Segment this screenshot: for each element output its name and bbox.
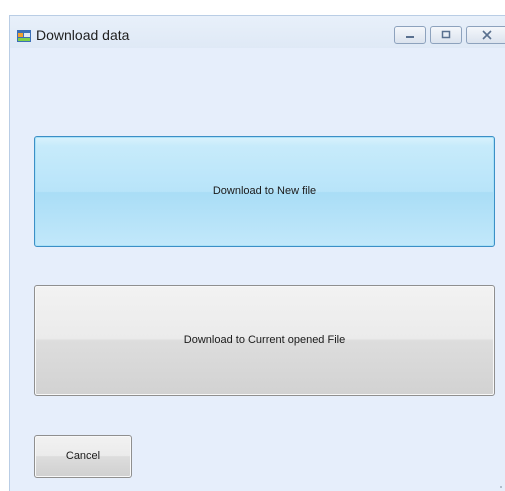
dialog-content: Download to New file Download to Current… — [10, 48, 505, 491]
cancel-button[interactable]: Cancel — [34, 435, 132, 478]
maximize-icon — [441, 30, 451, 39]
maximize-button[interactable] — [430, 26, 462, 44]
minimize-icon — [406, 36, 414, 38]
app-window-icon — [17, 29, 31, 42]
close-button[interactable] — [466, 26, 505, 44]
resize-grip-icon[interactable] — [495, 481, 503, 489]
download-current-file-button[interactable]: Download to Current opened File — [34, 285, 495, 396]
download-data-window: Download data Download to New file Downl… — [9, 15, 505, 491]
download-new-file-button[interactable]: Download to New file — [34, 136, 495, 247]
minimize-button[interactable] — [394, 26, 426, 44]
close-icon — [481, 30, 492, 40]
title-bar[interactable]: Download data — [10, 16, 505, 48]
window-title: Download data — [36, 27, 130, 43]
